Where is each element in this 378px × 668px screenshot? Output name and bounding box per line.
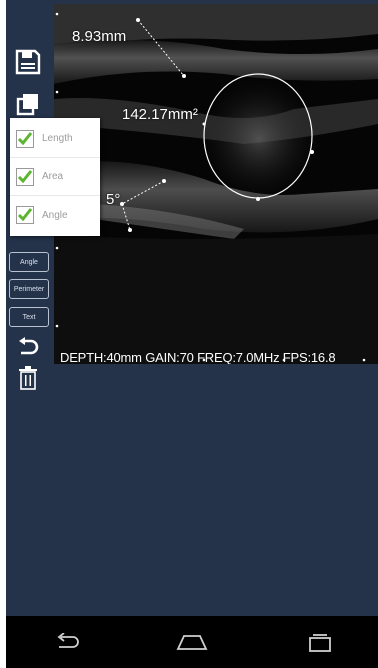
menu-item-angle[interactable]: Angle [10,196,100,234]
recent-apps-icon[interactable] [300,628,340,656]
menu-item-area[interactable]: Area [10,158,100,196]
ultrasound-viewport[interactable]: 8.93mm 142.17mm² 5° DEPTH:40mm GAIN:70 F… [54,4,378,364]
app-window: 8.93mm 142.17mm² 5° DEPTH:40mm GAIN:70 F… [6,0,378,668]
checkbox-icon[interactable] [16,206,34,224]
angle-tool-button[interactable]: Angle [9,252,49,272]
scan-parameters-text: DEPTH:40mm GAIN:70 FREQ:7.0MHz FPS:16.8 [60,350,336,364]
perimeter-tool-button[interactable]: Perimeter [9,279,49,299]
android-navigation-bar [6,616,378,668]
angle-measurement-label: 5° [106,191,121,208]
ultrasound-image [54,4,378,364]
home-icon[interactable] [172,628,212,656]
menu-item-label: Length [42,133,73,144]
measurement-visibility-menu: Length Area Angle [10,118,100,236]
length-measurement-label: 8.93mm [72,28,127,45]
menu-item-label: Area [42,171,64,182]
back-icon[interactable] [48,628,88,656]
trash-icon[interactable] [14,364,42,392]
text-tool-button[interactable]: Text [9,307,49,327]
checkbox-icon[interactable] [16,129,34,148]
menu-item-label: Angle [42,209,68,221]
checkbox-icon[interactable] [16,167,34,186]
area-measurement-label: 142.17mm² [122,106,198,123]
menu-item-length[interactable]: Length [10,120,100,158]
undo-icon[interactable] [14,334,42,362]
copy-icon[interactable] [14,90,42,118]
save-icon[interactable] [14,48,42,76]
